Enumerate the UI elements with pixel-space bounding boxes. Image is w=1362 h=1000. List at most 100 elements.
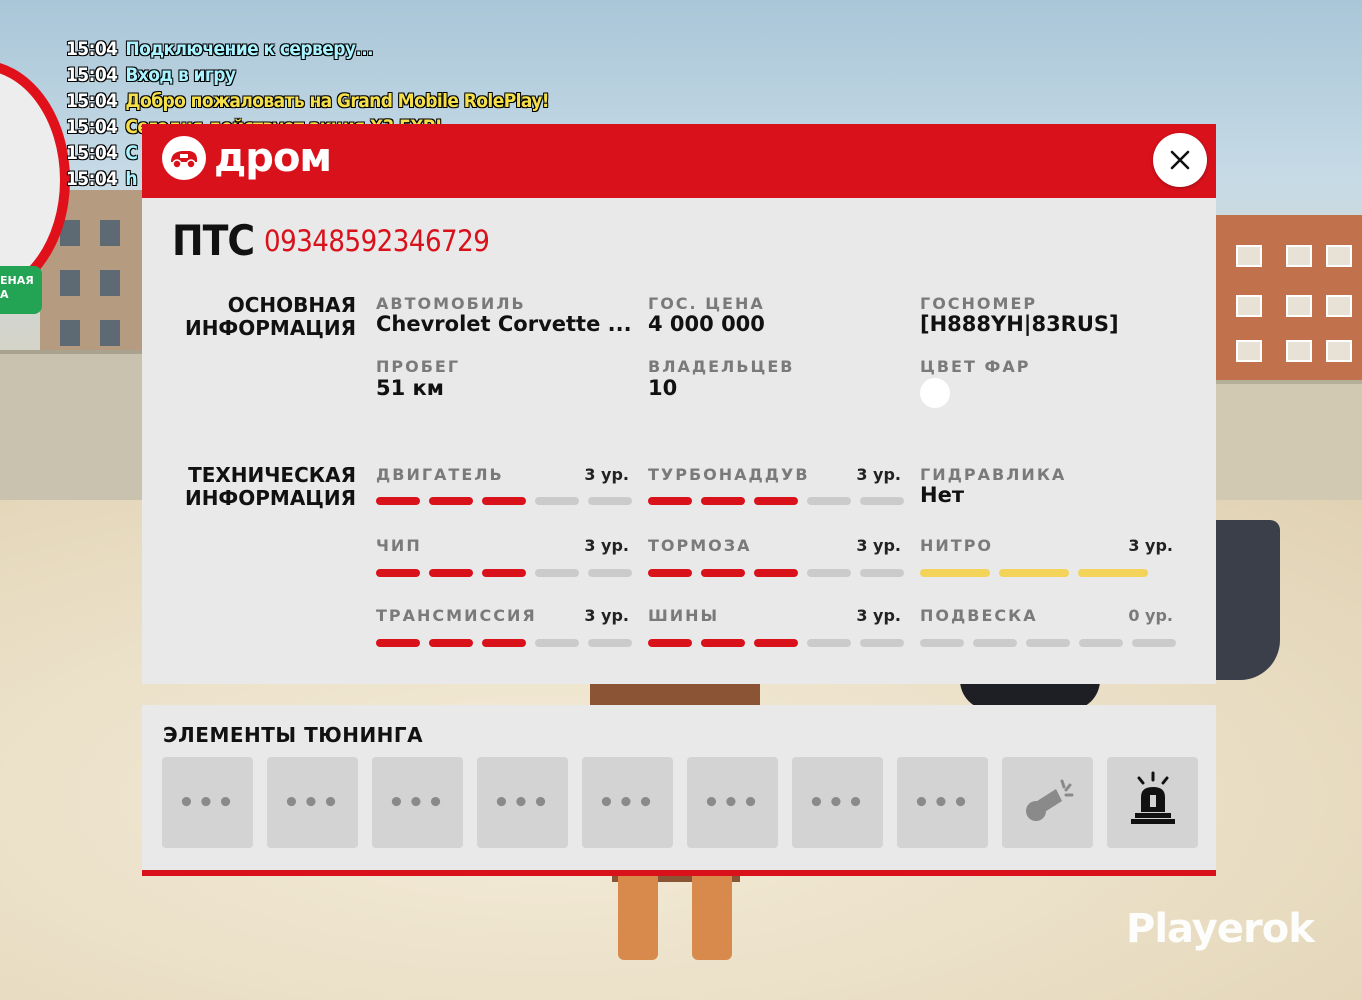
tires-bar — [648, 639, 904, 647]
chat-text: Подключение к серверу... — [125, 38, 374, 60]
pts-panel: дром ПТС 09348592346729 ОСНОВНАЯ ИНФОРМА… — [142, 124, 1216, 684]
level-segment-empty — [588, 569, 632, 577]
pts-number: 09348592346729 — [264, 224, 490, 258]
hydraulics-label: ГИДРАВЛИКА — [920, 465, 1067, 484]
engine-bar — [376, 497, 632, 505]
price-value: 4 000 000 — [648, 312, 765, 336]
level-segment-filled — [701, 569, 745, 577]
building-right — [1216, 215, 1362, 395]
lights-label: ЦВЕТ ФАР — [920, 357, 1031, 376]
tuning-slot-empty[interactable]: ••• — [267, 757, 358, 848]
tuning-panel: ЭЛЕМЕНТЫ ТЮНИНГА ••• ••• ••• ••• ••• ••• ••• ••… — [142, 705, 1216, 870]
tech-info-title-line2: ИНФОРМАЦИЯ — [184, 486, 356, 510]
level-segment-empty — [535, 497, 579, 505]
close-icon — [1170, 150, 1190, 170]
tuning-slot-empty[interactable]: ••• — [792, 757, 883, 848]
chat-text: С — [125, 142, 138, 164]
drom-logo: дром — [162, 135, 332, 181]
owners-value: 10 — [648, 376, 678, 400]
owners-label: ВЛАДЕЛЬЦЕВ — [648, 357, 795, 376]
close-button[interactable] — [1153, 133, 1207, 187]
level-segment-empty — [860, 639, 904, 647]
tuning-slot-empty[interactable]: ••• — [897, 757, 988, 848]
engine-label: ДВИГАТЕЛЬ — [376, 465, 504, 484]
level-segment-filled — [376, 569, 420, 577]
tuning-slot-empty[interactable]: ••• — [477, 757, 568, 848]
level-segment-empty — [588, 497, 632, 505]
tuning-slot-empty[interactable]: ••• — [162, 757, 253, 848]
more-dots-icon: ••• — [598, 787, 657, 818]
siren-icon — [1123, 769, 1183, 836]
turbo-bar — [648, 497, 904, 505]
level-segment-empty — [807, 639, 851, 647]
tuning-slots: ••• ••• ••• ••• ••• ••• ••• ••• — [162, 757, 1198, 848]
level-segment-filled — [648, 569, 692, 577]
level-segment-empty — [1132, 639, 1176, 647]
level-segment-empty — [920, 639, 964, 647]
brakes-level: 3 ур. — [856, 536, 901, 555]
level-segment-filled — [701, 497, 745, 505]
brakes-bar — [648, 569, 904, 577]
more-dots-icon: ••• — [808, 787, 867, 818]
chat-text: h — [125, 168, 137, 190]
car-value: Chevrolet Corvette ... — [376, 312, 632, 336]
chat-time: 15:04 — [66, 116, 118, 138]
more-dots-icon: ••• — [493, 787, 552, 818]
chat-time: 15:04 — [66, 168, 118, 190]
chat-time: 15:04 — [66, 142, 118, 164]
tuning-slot-siren[interactable] — [1107, 757, 1198, 848]
main-info-title-line2: ИНФОРМАЦИЯ — [184, 316, 356, 340]
panel-header: дром — [142, 124, 1216, 198]
more-dots-icon: ••• — [703, 787, 762, 818]
lights-color-swatch — [920, 378, 950, 408]
turbo-label: ТУРБОНАДДУВ — [648, 465, 810, 484]
tuning-slot-horn[interactable] — [1002, 757, 1093, 848]
logo-text: дром — [214, 135, 332, 181]
character-body — [590, 684, 760, 706]
price-label: ГОС. ЦЕНА — [648, 294, 765, 313]
chat-text: Добро пожаловать на Grand Mobile RolePla… — [125, 90, 549, 112]
more-dots-icon: ••• — [178, 787, 237, 818]
level-segment-filled — [429, 569, 473, 577]
chat-line: 15:04 Добро пожаловать на Grand Mobile Ro… — [66, 88, 550, 114]
hydraulics-value: Нет — [920, 483, 964, 507]
level-segment-empty — [588, 639, 632, 647]
mileage-label: ПРОБЕГ — [376, 357, 461, 376]
tuning-slot-empty[interactable]: ••• — [687, 757, 778, 848]
level-segment-filled — [482, 639, 526, 647]
level-segment-empty — [860, 569, 904, 577]
more-dots-icon: ••• — [388, 787, 447, 818]
suspension-label: ПОДВЕСКА — [920, 606, 1038, 625]
level-segment-filled — [754, 569, 798, 577]
level-segment-empty — [1079, 639, 1123, 647]
tuning-slot-empty[interactable]: ••• — [372, 757, 463, 848]
turbo-level: 3 ур. — [856, 465, 901, 484]
nitro-level: 3 ур. — [1128, 536, 1173, 555]
chip-bar — [376, 569, 632, 577]
character-legs — [600, 870, 750, 1000]
level-segment-filled — [376, 639, 420, 647]
tuning-title: ЭЛЕМЕНТЫ ТЮНИНГА — [163, 723, 424, 747]
transmission-level: 3 ур. — [584, 606, 629, 625]
tech-info-title-line1: ТЕХНИЧЕСКАЯ — [188, 463, 356, 487]
more-dots-icon: ••• — [913, 787, 972, 818]
chat-line: 15:04 Подключение к серверу... — [66, 36, 549, 62]
level-segment-empty — [807, 569, 851, 577]
level-segment-empty — [860, 497, 904, 505]
level-segment-filled — [1078, 569, 1148, 577]
watermark: Playerok — [1126, 906, 1315, 952]
level-segment-filled — [754, 639, 798, 647]
brakes-label: ТОРМОЗА — [648, 536, 752, 555]
pts-label: ПТС — [172, 216, 255, 265]
tuning-slot-empty[interactable]: ••• — [582, 757, 673, 848]
main-info-title-line1: ОСНОВНАЯ — [227, 293, 356, 317]
nitro-label: НИТРО — [920, 536, 994, 555]
plate-value: [H888YH|83RUS] — [920, 312, 1119, 336]
plate-label: ГОСНОМЕР — [920, 294, 1038, 313]
status-badge: ЕНАЯ А — [0, 266, 42, 314]
car-label: АВТОМОБИЛЬ — [376, 294, 526, 313]
level-segment-filled — [999, 569, 1069, 577]
main-info-title: ОСНОВНАЯ ИНФОРМАЦИЯ — [185, 294, 356, 340]
more-dots-icon: ••• — [283, 787, 342, 818]
level-segment-filled — [429, 497, 473, 505]
